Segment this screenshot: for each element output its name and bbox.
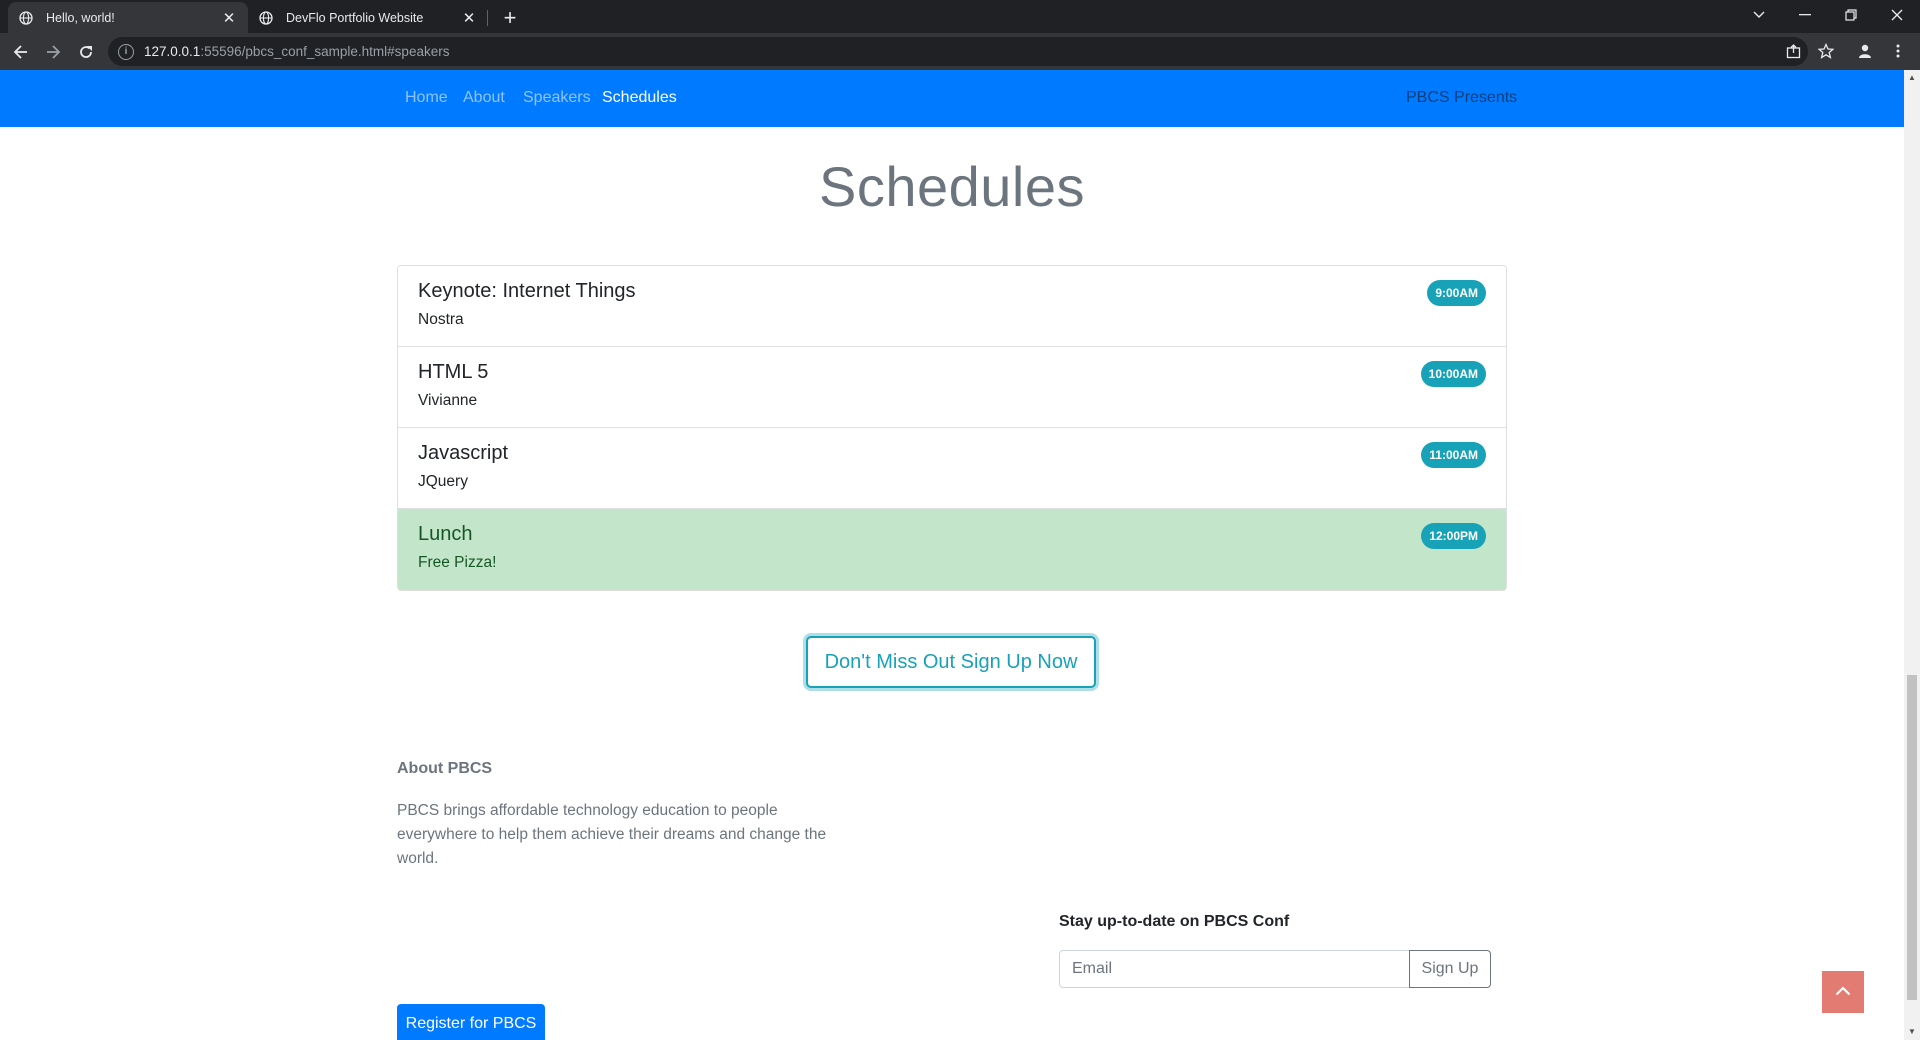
browser-chrome: Hello, world! ✕ DevFlo Portfolio Website… [0,0,1920,70]
browser-tab-active[interactable]: Hello, world! ✕ [8,2,248,33]
scroll-down-arrow-icon[interactable]: ▼ [1908,1027,1916,1036]
time-badge: 10:00AM [1420,361,1486,387]
about-heading: About PBCS [397,760,493,777]
newsletter-signup-button[interactable]: Sign Up [1409,950,1491,988]
session-title: Keynote: Internet Things [418,280,636,302]
tab-title: DevFlo Portfolio Website [286,10,424,25]
minimize-icon[interactable] [1782,0,1828,30]
section-title: Schedules [818,155,1085,218]
nav-link-schedules[interactable]: Schedules [602,89,677,107]
about-text: PBCS brings affordable technology educat… [397,802,827,867]
restore-icon[interactable] [1828,0,1874,30]
share-icon[interactable] [1779,37,1807,65]
schedule-item: Keynote: Internet Things Nostra 9:00AM [398,266,1506,347]
tab-title: Hello, world! [46,10,115,25]
time-badge: 12:00PM [1421,523,1486,549]
tab-search-chevron-icon[interactable] [1736,0,1782,30]
signup-cta-button[interactable]: Don't Miss Out Sign Up Now [806,636,1096,688]
url-path: :55596/pbcs_conf_sample.html#speakers [200,44,450,59]
globe-icon [258,10,274,26]
nav-link-about[interactable]: About [463,89,505,107]
forward-arrow-icon[interactable] [39,38,67,66]
page-viewport: Home About Speakers Schedules PBCS Prese… [0,70,1904,1040]
schedule-list: Keynote: Internet Things Nostra 9:00AM H… [397,265,1507,591]
session-speaker: JQuery [418,473,468,490]
reload-icon[interactable] [72,38,100,66]
navbar-brand[interactable]: PBCS Presents [1406,89,1517,107]
site-navbar: Home About Speakers Schedules PBCS Prese… [0,70,1904,127]
new-tab-plus-icon[interactable]: + [497,5,523,31]
close-window-icon[interactable] [1874,0,1920,30]
session-title: Javascript [418,442,509,464]
site-info-icon[interactable]: i [118,43,134,60]
address-bar[interactable]: i 127.0.0.1:55596/pbcs_conf_sample.html#… [108,37,1808,66]
chevron-up-icon [1835,983,1851,1001]
bookmark-star-icon[interactable] [1812,37,1840,65]
time-badge: 9:00AM [1427,280,1486,306]
browser-menu-kebab-icon[interactable] [1884,37,1912,65]
time-badge: 11:00AM [1421,442,1486,468]
browser-toolbar: i 127.0.0.1:55596/pbcs_conf_sample.html#… [0,33,1920,70]
session-speaker: Free Pizza! [418,554,497,571]
tab-close-icon[interactable]: ✕ [220,9,238,27]
back-to-top-button[interactable] [1822,971,1864,1013]
url-host: 127.0.0.1 [144,44,201,59]
session-speaker: Vivianne [418,392,478,409]
back-arrow-icon[interactable] [7,38,35,66]
browser-tab[interactable]: DevFlo Portfolio Website ✕ [248,2,488,33]
page-scrollbar[interactable]: ▲ ▼ [1904,70,1920,1040]
register-button[interactable]: Register for PBCS [397,1004,545,1040]
session-title: HTML 5 [418,361,489,383]
profile-avatar-icon[interactable] [1851,37,1879,65]
schedule-item: Javascript JQuery 11:00AM [398,428,1506,509]
session-speaker: Nostra [418,311,464,328]
nav-link-speakers[interactable]: Speakers [523,89,591,107]
email-field[interactable] [1059,950,1410,988]
nav-link-home[interactable]: Home [405,89,448,107]
tab-strip: Hello, world! ✕ DevFlo Portfolio Website… [0,0,1920,33]
tab-close-icon[interactable]: ✕ [460,9,478,27]
tab-separator [487,10,488,26]
scroll-up-arrow-icon[interactable]: ▲ [1908,73,1916,82]
newsletter-heading: Stay up-to-date on PBCS Conf [1059,913,1290,930]
schedule-item-lunch: Lunch Free Pizza! 12:00PM [398,509,1506,590]
globe-icon [18,10,34,26]
session-title: Lunch [418,523,473,545]
scrollbar-thumb[interactable] [1907,675,1917,1000]
schedule-item: HTML 5 Vivianne 10:00AM [398,347,1506,428]
